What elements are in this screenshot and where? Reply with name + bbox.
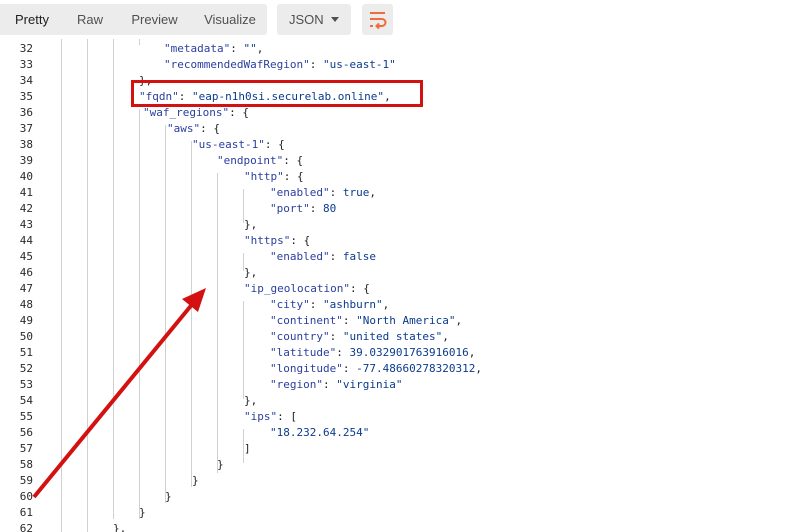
annotation-arrow	[32, 288, 206, 499]
